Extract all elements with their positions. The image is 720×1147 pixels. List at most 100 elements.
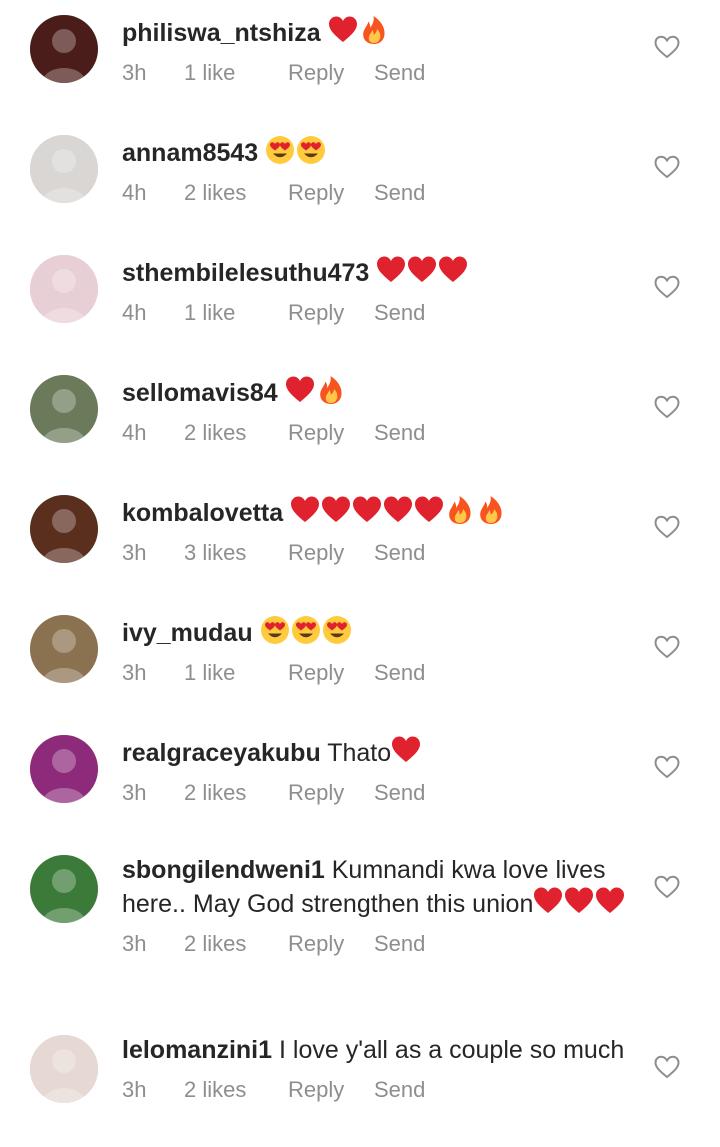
heart-emoji-icon [352,495,383,525]
comment-username[interactable]: realgraceyakubu [122,739,321,767]
heart-eyes-emoji-icon [291,615,322,645]
heart-emoji-icon [328,15,359,45]
comment-time: 3h [122,660,147,685]
reply-button[interactable]: Reply [288,658,374,688]
comment-username[interactable]: annam8543 [122,139,258,167]
reply-button[interactable]: Reply [288,298,374,328]
reply-button[interactable]: Reply [288,538,374,568]
comment-text: lelomanzini1 I love y'all as a couple so… [122,1035,632,1066]
reply-button[interactable]: Reply [288,178,374,208]
send-button[interactable]: Send [374,298,425,328]
comment-text: sellomavis84 [122,375,632,409]
reply-button[interactable]: Reply [288,778,374,808]
fire-emoji-icon [359,15,390,45]
comment-time: 3h [122,931,147,956]
comment-body: philiswa_ntshiza 3h 1 like Reply Send [122,15,632,88]
comment-body: sbongilendweni1 Kumnandi kwa love lives … [122,855,632,959]
heart-emoji-icon [595,886,626,916]
avatar[interactable] [30,735,98,803]
comment-likes[interactable]: 2 likes [184,929,288,959]
comment-username[interactable]: sbongilendweni1 [122,856,325,884]
avatar[interactable] [30,1035,98,1103]
comment-text: ivy_mudau [122,615,632,649]
comment-text: annam8543 [122,135,632,169]
avatar[interactable] [30,15,98,83]
comment-body: realgraceyakubu Thato 3h 2 likes Reply Send [122,735,632,808]
send-button[interactable]: Send [374,58,425,88]
heart-eyes-emoji-icon [260,615,291,645]
comment-likes[interactable]: 2 likes [184,178,288,208]
comment-likes[interactable]: 2 likes [184,1075,288,1105]
comment-username[interactable]: sellomavis84 [122,379,278,407]
comment-likes[interactable]: 3 likes [184,538,288,568]
reply-button[interactable]: Reply [288,929,374,959]
reply-button[interactable]: Reply [288,1075,374,1105]
comment-username[interactable]: kombalovetta [122,499,283,527]
comment-body: kombalovetta 3h 3 likes Reply Send [122,495,632,568]
comment-meta: 4h 2 likes Reply Send [122,178,632,208]
send-button[interactable]: Send [374,538,425,568]
avatar[interactable] [30,495,98,563]
comment-body: ivy_mudau 3h 1 like Reply Send [122,615,632,688]
avatar[interactable] [30,855,98,923]
avatar[interactable] [30,135,98,203]
comment-username[interactable]: sthembilelesuthu473 [122,259,369,287]
comment-text: sthembilelesuthu473 [122,255,632,289]
comment-text: kombalovetta [122,495,632,529]
comment-meta: 3h 2 likes Reply Send [122,1075,632,1105]
heart-emoji-icon [414,495,445,525]
fire-emoji-icon [476,495,507,525]
like-heart-icon[interactable] [654,35,680,59]
comment-likes[interactable]: 1 like [184,658,288,688]
send-button[interactable]: Send [374,929,425,959]
comment-time: 4h [122,420,147,445]
comment-likes[interactable]: 1 like [184,58,288,88]
like-heart-icon[interactable] [654,155,680,179]
comment-body: annam8543 4h 2 likes Reply Send [122,135,632,208]
heart-emoji-icon [376,255,407,285]
like-heart-icon[interactable] [654,515,680,539]
avatar[interactable] [30,615,98,683]
comment-body: lelomanzini1 I love y'all as a couple so… [122,1035,632,1105]
comment-text: realgraceyakubu Thato [122,735,632,769]
avatar[interactable] [30,255,98,323]
comment-body: sellomavis84 4h 2 likes Reply Send [122,375,632,448]
send-button[interactable]: Send [374,1075,425,1105]
like-heart-icon[interactable] [654,875,680,899]
comment-username[interactable]: lelomanzini1 [122,1036,272,1064]
heart-emoji-icon [407,255,438,285]
heart-emoji-icon [383,495,414,525]
heart-emoji-icon [438,255,469,285]
comment-likes[interactable]: 2 likes [184,778,288,808]
send-button[interactable]: Send [374,418,425,448]
comment-meta: 4h 2 likes Reply Send [122,418,632,448]
comment-body: sthembilelesuthu473 4h 1 like Reply Send [122,255,632,328]
like-heart-icon[interactable] [654,1055,680,1079]
send-button[interactable]: Send [374,778,425,808]
comment-message: Thato [327,739,392,767]
comment-likes[interactable]: 2 likes [184,418,288,448]
send-button[interactable]: Send [374,658,425,688]
comment-time: 3h [122,1077,147,1102]
like-heart-icon[interactable] [654,755,680,779]
comment-meta: 3h 1 like Reply Send [122,658,632,688]
reply-button[interactable]: Reply [288,418,374,448]
comment-meta: 3h 2 likes Reply Send [122,929,632,959]
heart-emoji-icon [321,495,352,525]
avatar[interactable] [30,375,98,443]
like-heart-icon[interactable] [654,275,680,299]
comment-meta: 4h 1 like Reply Send [122,298,632,328]
heart-emoji-icon [391,735,422,765]
reply-button[interactable]: Reply [288,58,374,88]
heart-emoji-icon [285,375,316,405]
comment-message: I love y'all as a couple so much [279,1036,625,1064]
send-button[interactable]: Send [374,178,425,208]
comment-username[interactable]: ivy_mudau [122,619,253,647]
like-heart-icon[interactable] [654,395,680,419]
like-heart-icon[interactable] [654,635,680,659]
comment-username[interactable]: philiswa_ntshiza [122,19,321,47]
heart-eyes-emoji-icon [265,135,296,165]
comment-time: 3h [122,540,147,565]
comment-time: 3h [122,780,147,805]
comment-likes[interactable]: 1 like [184,298,288,328]
